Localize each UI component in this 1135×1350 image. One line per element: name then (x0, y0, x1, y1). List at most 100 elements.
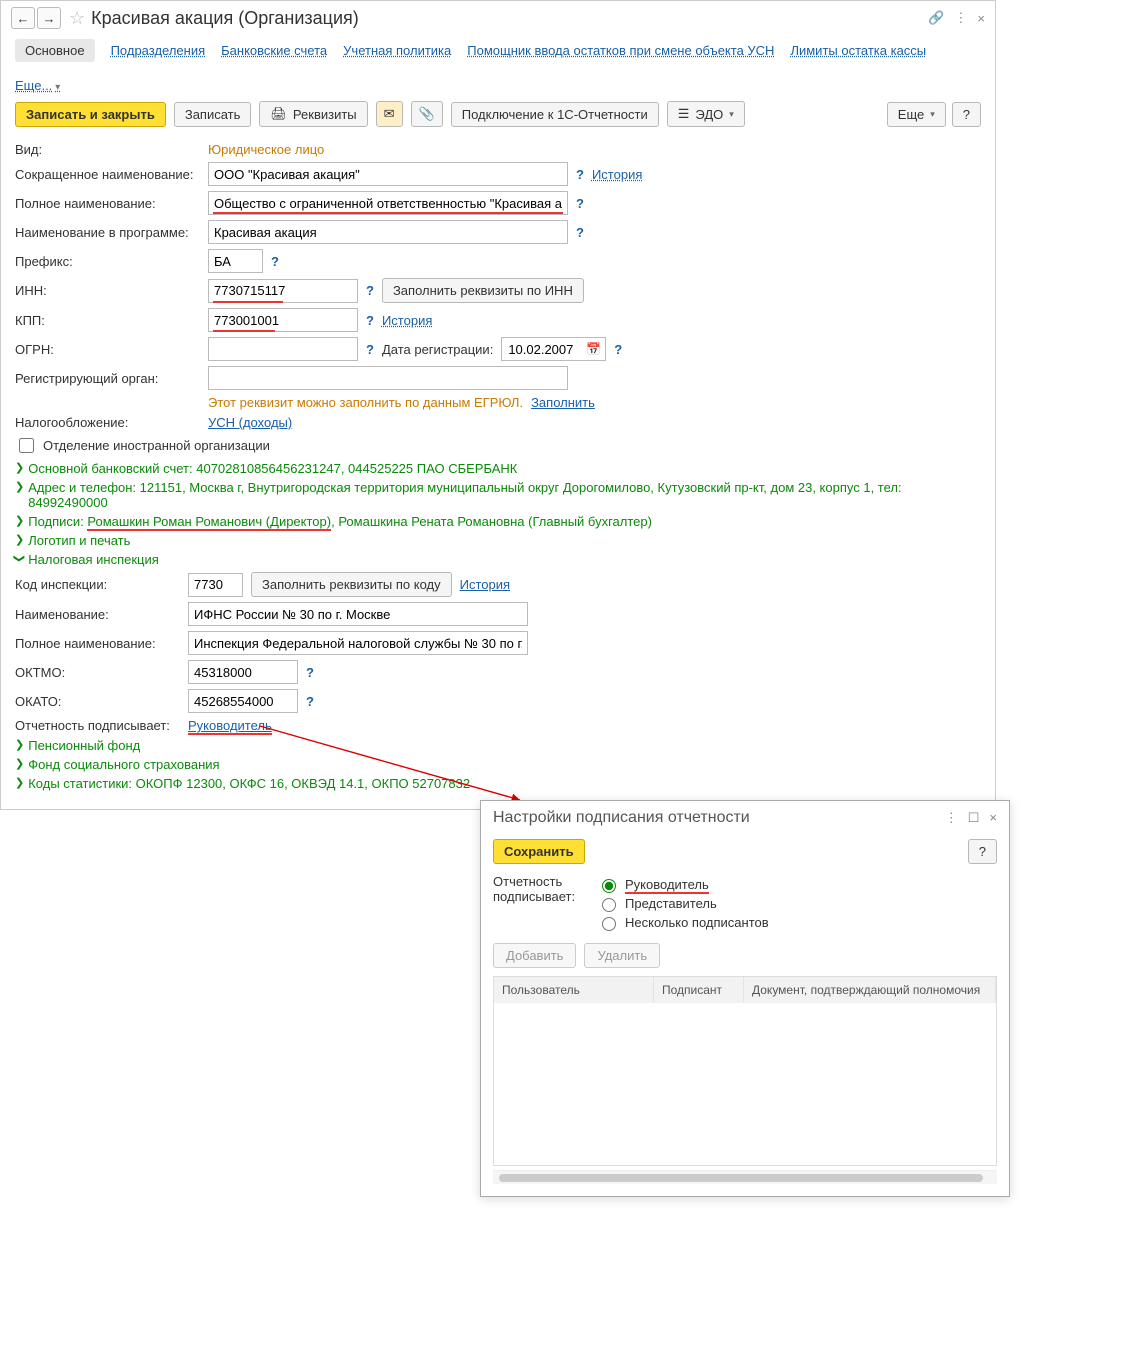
foreign-org-checkbox[interactable] (19, 438, 34, 453)
tab-dept[interactable]: Подразделения (111, 43, 206, 58)
tab-policy[interactable]: Учетная политика (343, 43, 451, 58)
regdate-field[interactable]: 📅 (501, 337, 606, 361)
radio-multi[interactable] (602, 917, 616, 931)
dialog-signer-label: Отчетность подписывает: (493, 874, 583, 904)
dialog-title: Настройки подписания отчетности (493, 809, 750, 827)
okato-input[interactable] (188, 689, 298, 713)
regdate-input[interactable] (506, 341, 580, 358)
type-value: Юридическое лицо (208, 142, 324, 157)
dialog-help-button[interactable]: ? (968, 839, 997, 864)
attach-button[interactable]: 📎 (411, 101, 443, 127)
exp-bank[interactable]: Основной банковский счет: 40702810856456… (28, 461, 517, 476)
help-icon[interactable]: ? (306, 665, 314, 680)
connect-1c-button[interactable]: Подключение к 1С-Отчетности (451, 102, 659, 127)
exp-fss[interactable]: Фонд социального страхования (28, 757, 219, 772)
history-link[interactable]: История (382, 313, 432, 328)
ti-name-input[interactable] (188, 602, 528, 626)
edo-button[interactable]: ☰ЭДО▾ (667, 101, 745, 127)
fill-by-code-button[interactable]: Заполнить реквизиты по коду (251, 572, 452, 597)
chevron-right-icon[interactable]: ❯ (15, 757, 24, 770)
close-icon[interactable]: × (977, 11, 985, 26)
exp-sign[interactable]: Подписи: Ромашкин Роман Романович (Дирек… (28, 514, 652, 529)
kpp-label: КПП: (15, 313, 200, 328)
link-icon[interactable]: 🔗 (928, 10, 944, 26)
prefix-input[interactable] (208, 249, 263, 273)
radio-multi-label: Несколько подписантов (625, 915, 769, 930)
ogrn-input[interactable] (208, 337, 358, 361)
signer-link[interactable]: Руководитель (188, 718, 272, 733)
fill-by-inn-button[interactable]: Заполнить реквизиты по ИНН (382, 278, 584, 303)
close-icon[interactable]: × (989, 810, 997, 826)
kebab-icon[interactable]: ⋮ (945, 810, 958, 826)
chevron-down-icon[interactable]: ❯ (13, 554, 26, 563)
chevron-right-icon[interactable]: ❯ (15, 533, 24, 546)
chevron-right-icon[interactable]: ❯ (15, 776, 24, 789)
th-doc: Документ, подтверждающий полномочия (744, 977, 996, 1003)
regorg-input[interactable] (208, 366, 568, 390)
help-button[interactable]: ? (952, 102, 981, 127)
tab-main[interactable]: Основное (15, 39, 95, 62)
radio-leader[interactable] (602, 879, 616, 893)
kpp-input[interactable] (208, 308, 358, 332)
requisites-button[interactable]: 🖨Реквизиты (259, 101, 367, 127)
exp-address[interactable]: Адрес и телефон: 121151, Москва г, Внутр… (28, 480, 981, 510)
tab-bank[interactable]: Банковские счета (221, 43, 327, 58)
oktmo-label: ОКТМО: (15, 665, 180, 680)
exp-pension[interactable]: Пенсионный фонд (28, 738, 140, 753)
history-link[interactable]: История (460, 577, 510, 592)
help-icon[interactable]: ? (366, 313, 374, 328)
exp-codes[interactable]: Коды статистики: ОКОПФ 12300, ОКФС 16, О… (28, 776, 470, 791)
calendar-icon[interactable]: 📅 (586, 342, 601, 356)
ti-name-label: Наименование: (15, 607, 180, 622)
egrul-hint: Этот реквизит можно заполнить по данным … (208, 395, 523, 410)
tab-cashlim[interactable]: Лимиты остатка кассы (790, 43, 926, 58)
help-icon[interactable]: ? (576, 225, 584, 240)
egrul-fill-link[interactable]: Заполнить (531, 395, 595, 410)
help-icon[interactable]: ? (271, 254, 279, 269)
ti-fullname-input[interactable] (188, 631, 528, 655)
tax-link[interactable]: УСН (доходы) (208, 415, 292, 430)
help-icon[interactable]: ? (576, 167, 584, 182)
nav-forward-button[interactable]: → (37, 7, 61, 29)
tab-more[interactable]: Еще...▾ (15, 78, 60, 93)
chevron-right-icon[interactable]: ❯ (15, 738, 24, 751)
maximize-icon[interactable]: ☐ (968, 810, 980, 826)
ti-fullname-label: Полное наименование: (15, 636, 180, 651)
chevron-right-icon[interactable]: ❯ (15, 461, 24, 474)
help-icon[interactable]: ? (576, 196, 584, 211)
inn-input[interactable] (208, 279, 358, 303)
oktmo-input[interactable] (188, 660, 298, 684)
chevron-right-icon[interactable]: ❯ (15, 514, 24, 527)
th-user: Пользователь (494, 977, 654, 1003)
print-icon: 🖨 (270, 106, 287, 122)
dialog-save-button[interactable]: Сохранить (493, 839, 585, 864)
kebab-icon[interactable]: ⋮ (954, 10, 967, 26)
tab-helper[interactable]: Помощник ввода остатков при смене объект… (467, 43, 774, 58)
signer-label: Отчетность подписывает: (15, 718, 180, 733)
chevron-right-icon[interactable]: ❯ (15, 480, 24, 493)
short-name-input[interactable] (208, 162, 568, 186)
tax-label: Налогообложение: (15, 415, 200, 430)
ti-code-label: Код инспекции: (15, 577, 180, 592)
help-icon[interactable]: ? (366, 283, 374, 298)
favorite-star-icon[interactable]: ☆ (69, 8, 85, 29)
regorg-label: Регистрирующий орган: (15, 371, 200, 386)
ti-code-input[interactable] (188, 573, 243, 597)
exp-taxinsp[interactable]: Налоговая инспекция (28, 552, 159, 567)
ogrn-label: ОГРН: (15, 342, 200, 357)
save-close-button[interactable]: Записать и закрыть (15, 102, 166, 127)
mail-button[interactable]: ✉ (376, 101, 403, 127)
history-link[interactable]: История (592, 167, 642, 182)
prog-name-label: Наименование в программе: (15, 225, 200, 240)
dialog-table: Пользователь Подписант Документ, подтвер… (493, 976, 997, 1166)
help-icon[interactable]: ? (614, 342, 622, 357)
save-button[interactable]: Записать (174, 102, 252, 127)
help-icon[interactable]: ? (306, 694, 314, 709)
horizontal-scrollbar[interactable] (493, 1170, 997, 1184)
prog-name-input[interactable] (208, 220, 568, 244)
nav-back-button[interactable]: ← (11, 7, 35, 29)
help-icon[interactable]: ? (366, 342, 374, 357)
radio-rep[interactable] (602, 898, 616, 912)
exp-logo[interactable]: Логотип и печать (28, 533, 130, 548)
more-button[interactable]: Еще▾ (887, 102, 946, 127)
